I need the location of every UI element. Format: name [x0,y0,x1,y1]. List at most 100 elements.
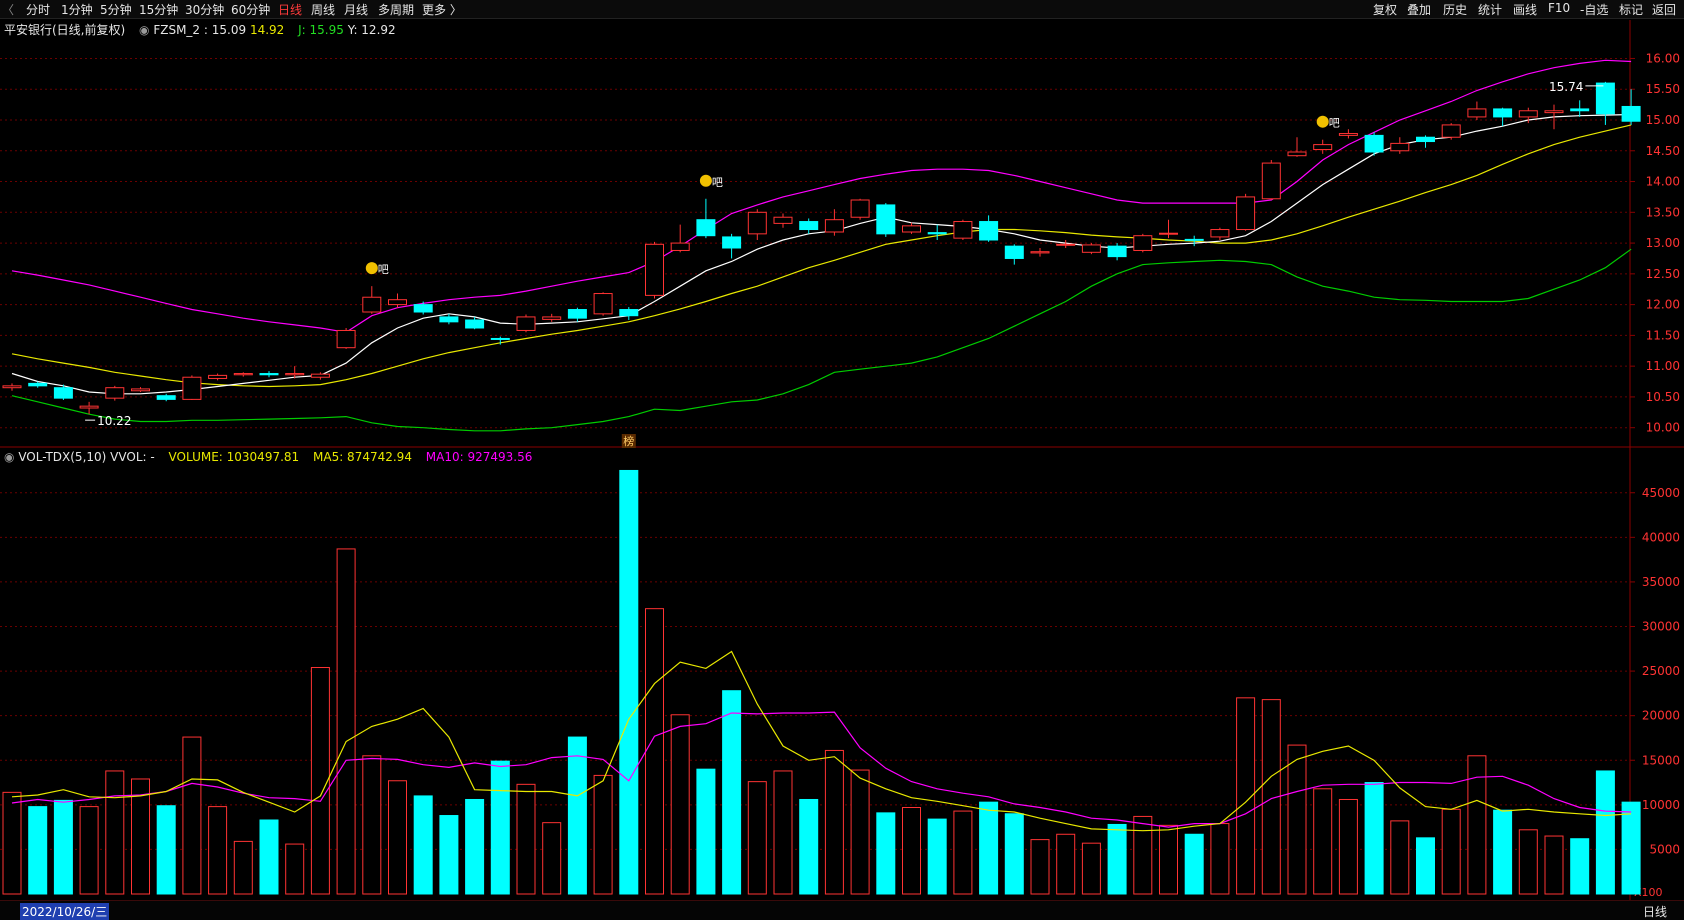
volume-bar [696,768,716,895]
volume-bar [336,548,356,895]
candle-body [79,405,99,409]
volume-bar [773,770,793,895]
volume-bar [413,795,433,895]
price-tick-label: 14.00 [1646,175,1680,189]
volume-bar [1107,823,1127,895]
candle-body [336,329,356,349]
boll-upper-line [11,59,1632,333]
face-marker-icon [1316,115,1329,128]
price-tick-label: 15.50 [1646,82,1680,96]
candle-body [131,388,150,392]
candle-body [567,309,587,319]
volume-bar [824,749,844,895]
candle-body [927,232,947,235]
volume-bar [208,806,228,895]
candle-body [516,316,536,331]
volume-tick-label: 25000 [1642,664,1680,678]
price-tick-label: 11.50 [1646,328,1680,342]
candle-body [490,337,510,340]
candle-body [285,373,305,376]
volume-bar [645,608,664,895]
volume-tick-label: 15000 [1642,753,1680,767]
candle-body [233,373,253,376]
volume-bar [593,774,613,895]
volume-bar [182,736,202,895]
volume-bar [876,812,896,895]
volume-bar [1030,839,1050,895]
candle-body [1287,151,1307,157]
candle-body [1261,162,1281,200]
candle-body [824,219,844,233]
candle-body [1570,108,1590,112]
volume-tick-label: 35000 [1642,575,1680,589]
candle-body [413,304,433,313]
price-tick-label: 11.00 [1646,359,1680,373]
volume-bar [516,783,536,895]
candle-body [1236,196,1256,231]
volume-bar [670,714,690,895]
volume-bar [542,822,562,895]
candle-body [259,373,279,376]
volume-bar [1081,842,1101,895]
volume-tick-label: 30000 [1642,620,1680,634]
candle-body [1441,124,1461,138]
volume-bar [1364,782,1384,895]
volume-bar [747,781,767,895]
candle-body [182,376,202,400]
candle-body [1081,244,1101,253]
volume-tick-label: 45000 [1642,486,1680,500]
candle-body [1338,133,1358,136]
boll-lower-line [11,248,1632,432]
candle-body [1621,105,1641,122]
candle-body [799,221,819,231]
volume-bar [1056,833,1076,895]
face-marker-label: 吧 [1329,117,1340,130]
candle-body [105,387,125,399]
price-tick-label: 10.50 [1646,390,1680,404]
volume-bar [388,780,407,895]
volume-bar [1441,808,1461,895]
candle-body [1313,144,1333,151]
volume-bar [1184,833,1204,895]
volume-bar [902,807,921,895]
volume-bar [927,818,947,895]
candle-body [773,216,793,224]
candle-body [619,309,639,317]
volume-bar [1621,801,1641,895]
volume-tick-label: 5000 [1649,842,1680,856]
volume-bar [79,806,99,895]
volume-bar [439,815,459,895]
volume-bar [567,736,587,895]
ma-yellow-line [11,124,1632,388]
price-tick-label: 12.00 [1646,298,1680,312]
volume-bar [53,799,73,895]
volume-bar [490,760,510,895]
period-label[interactable]: 日线 [1643,903,1667,920]
candle-body [1493,108,1513,118]
candle-body [1467,108,1487,118]
price-tick-label: 16.00 [1646,51,1680,65]
price-tick-label: 12.50 [1646,267,1680,281]
kline-chart[interactable]: 10.00 10.50 11.00 11.50 12.00 12.50 13.00 13.50… [0,0,1684,919]
volume-bar [105,770,125,895]
candle-body [1416,136,1435,143]
candle-body [850,199,870,218]
volume-bar [1287,744,1307,895]
low-price-label: 10.22 [97,414,131,428]
volume-bar [1570,838,1590,895]
volume-bar [1595,770,1615,895]
volume-bar [1313,788,1333,895]
candle-body [2,385,22,389]
candle-body [1107,245,1127,258]
candle-body [439,316,459,323]
volume-bar [1133,815,1153,895]
face-marker-label: 吧 [378,263,389,276]
volume-bar [259,819,279,895]
bottom-time-axis: 2022/10/26/三 日线 [0,900,1684,920]
candle-body [1544,110,1564,114]
candle-body [953,221,973,239]
candle-body [1133,235,1153,251]
candle-body [156,395,176,400]
candle-body [593,293,613,315]
candle-body [645,243,664,296]
